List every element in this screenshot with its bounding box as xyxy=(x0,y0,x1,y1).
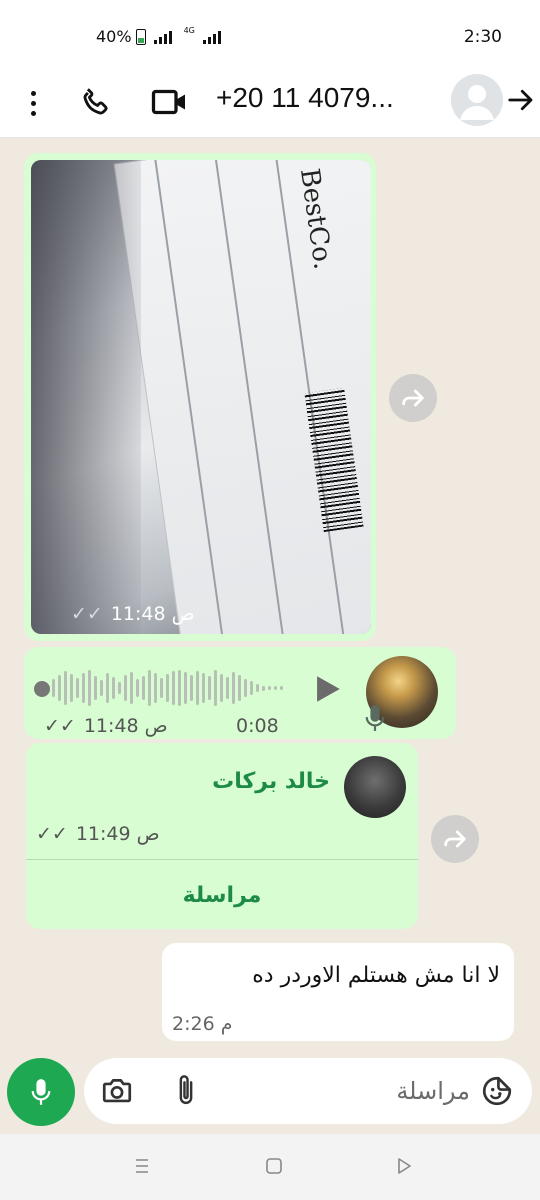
message-input[interactable] xyxy=(224,1070,470,1112)
double-check-icon: ✓✓ xyxy=(36,823,68,845)
signal-strength-icon xyxy=(153,30,172,44)
back-arrow-icon[interactable] xyxy=(506,85,536,115)
chat-area[interactable]: BestCo. ✓✓ 11:48 ص 0:08 ✓✓ 11:48 ص خالد … xyxy=(0,139,540,1134)
image-message-time: 11:48 ص xyxy=(110,603,195,625)
nav-back-icon[interactable] xyxy=(392,1154,416,1178)
home-icon[interactable] xyxy=(262,1154,286,1178)
contact-name[interactable]: خالد بركات xyxy=(212,769,330,794)
attach-icon[interactable] xyxy=(172,1072,200,1108)
battery-icon xyxy=(135,28,146,45)
message-text: لا انا مش هستلم الاوردر ده xyxy=(252,963,500,988)
voice-message-time: 11:48 ص xyxy=(83,715,168,737)
sticker-icon[interactable] xyxy=(480,1074,514,1108)
recent-apps-icon[interactable] xyxy=(130,1154,154,1178)
voice-duration: 0:08 xyxy=(236,715,279,737)
divider xyxy=(26,859,418,860)
message-timestamp: ✓✓ 11:48 ص xyxy=(44,715,168,737)
contact-avatar[interactable] xyxy=(344,756,406,818)
system-nav-bar xyxy=(0,1134,540,1200)
contact-message-time: 11:49 ص xyxy=(75,823,160,845)
mic-icon xyxy=(365,705,385,731)
network-type: 4G xyxy=(183,26,195,35)
image-message[interactable]: BestCo. ✓✓ 11:48 ص xyxy=(24,153,376,641)
message-timestamp: ✓✓ 11:48 ص xyxy=(71,603,195,625)
mic-icon xyxy=(31,1079,51,1105)
message-composer xyxy=(84,1058,532,1124)
double-check-icon: ✓✓ xyxy=(44,715,76,737)
voice-message[interactable]: 0:08 ✓✓ 11:48 ص xyxy=(24,647,456,739)
message-contact-button[interactable]: مراسلة xyxy=(26,867,418,925)
message-timestamp: ✓✓ 11:49 ص xyxy=(36,823,160,845)
status-time: 2:30 xyxy=(463,27,502,47)
chat-header: +20 11 4079... xyxy=(0,68,540,138)
status-bar: 40% 4G 2:30 xyxy=(0,0,540,68)
signal-strength-icon-2 xyxy=(202,30,221,44)
incoming-text-message[interactable]: لا انا مش هستلم الاوردر ده 2:26 م xyxy=(162,943,514,1041)
playback-position-dot[interactable] xyxy=(34,681,50,697)
camera-icon[interactable] xyxy=(100,1074,134,1108)
battery-indicator: 40% 4G xyxy=(96,26,221,46)
forward-icon[interactable] xyxy=(389,374,437,422)
play-icon[interactable] xyxy=(310,671,344,707)
contact-title[interactable]: +20 11 4079... xyxy=(216,82,446,114)
contact-card-message[interactable]: خالد بركات ✓✓ 11:49 ص مراسلة xyxy=(26,743,418,929)
double-check-icon: ✓✓ xyxy=(71,603,103,625)
voice-record-button[interactable] xyxy=(7,1058,75,1126)
phone-call-icon[interactable] xyxy=(78,84,114,120)
forward-icon[interactable] xyxy=(431,815,479,863)
battery-level: 40% xyxy=(96,27,132,46)
voice-waveform[interactable] xyxy=(52,667,298,709)
menu-dots-icon[interactable] xyxy=(22,86,44,120)
text-message-time: 2:26 م xyxy=(172,1013,233,1035)
shipping-label-photo[interactable]: BestCo. ✓✓ 11:48 ص xyxy=(31,160,371,634)
video-call-icon[interactable] xyxy=(150,84,190,120)
default-avatar-icon[interactable] xyxy=(451,74,503,126)
